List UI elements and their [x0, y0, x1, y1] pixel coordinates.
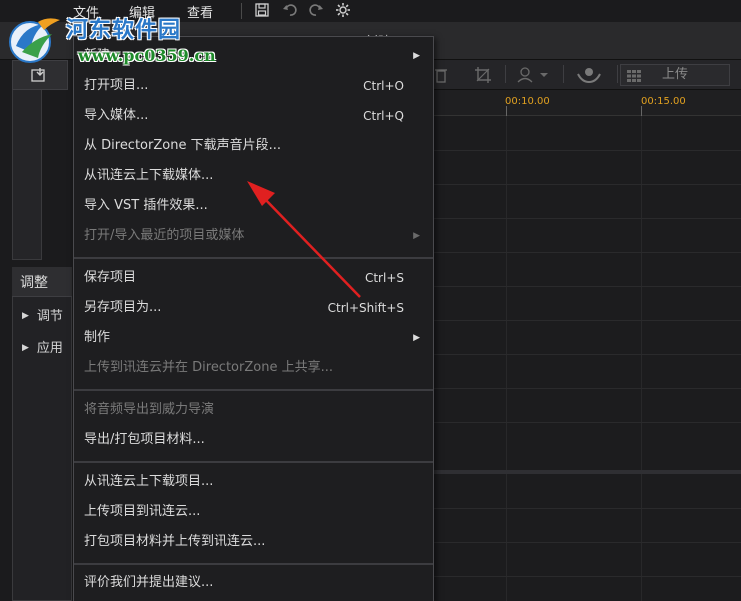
crop-icon[interactable]: [473, 65, 493, 85]
grid-line: [641, 116, 642, 601]
grid-icon: [627, 69, 641, 89]
submenu-arrow-icon: ▶: [413, 51, 420, 61]
menu-item-pack-upload[interactable]: 打包项目材料并上传到讯连云...: [84, 531, 424, 553]
timeline-area[interactable]: [433, 116, 741, 601]
menu-item-label: 从 DirectorZone 下载声音片段...: [84, 138, 281, 153]
expand-triangle-icon: ▶: [22, 343, 29, 353]
submenu-arrow-icon: ▶: [413, 231, 420, 241]
menu-item-produce[interactable]: 制作 ▶: [84, 327, 424, 349]
menu-item-label: 保存项目: [84, 270, 137, 285]
watermark-url: www.pc0359.cn: [78, 46, 216, 65]
watermark-title: 河东软件园: [66, 17, 182, 43]
menubar-divider: [241, 3, 242, 19]
left-panel-library: [12, 60, 42, 260]
redo-icon[interactable]: [307, 1, 325, 19]
upload-button[interactable]: 上传: [620, 64, 730, 86]
save-icon[interactable]: [253, 1, 271, 19]
menu-item-shortcut: Ctrl+Shift+S: [327, 301, 404, 315]
grid-line: [433, 542, 741, 543]
adjust-item-label: 应用: [36, 341, 63, 356]
adjust-item-tune[interactable]: ▶ 调节: [22, 305, 63, 324]
toolbar-divider: [617, 65, 618, 83]
menu-item-label: 打开项目...: [84, 78, 149, 93]
timeline-ruler[interactable]: [433, 90, 741, 116]
adjust-item-label: 调节: [36, 309, 63, 324]
grid-line: [433, 184, 741, 185]
menu-item-label: 制作: [84, 330, 111, 345]
delete-icon[interactable]: [433, 65, 449, 85]
menu-item-open-project[interactable]: 打开项目... Ctrl+O: [84, 75, 424, 97]
menu-item-label: 上传到讯连云并在 DirectorZone 上共享...: [84, 360, 333, 375]
menu-item-download-cloud-project[interactable]: 从讯连云上下载项目...: [84, 471, 424, 493]
menu-item-save-project[interactable]: 保存项目 Ctrl+S: [84, 267, 424, 289]
cloud-user-icon[interactable]: [575, 65, 603, 85]
grid-line: [433, 508, 741, 509]
menu-item-label: 将音频导出到威力导演: [84, 402, 215, 417]
menu-separator: [74, 389, 433, 391]
menu-item-recent[interactable]: 打开/导入最近的项目或媒体 ▶: [84, 225, 424, 247]
menu-item-export-pack[interactable]: 导出/打包项目材料...: [84, 429, 424, 451]
settings-icon[interactable]: [334, 1, 352, 19]
menu-item-label: 上传项目到讯连云...: [84, 504, 201, 519]
upload-label: 上传: [661, 67, 688, 82]
ruler-tick: [506, 106, 507, 116]
grid-line: [433, 422, 741, 423]
grid-line: [433, 218, 741, 219]
menu-item-download-sound-clips[interactable]: 从 DirectorZone 下载声音片段...: [84, 135, 424, 157]
menu-item-upload-share[interactable]: 上传到讯连云并在 DirectorZone 上共享...: [84, 357, 424, 379]
expand-triangle-icon: ▶: [22, 311, 29, 321]
menu-item-label: 导出/打包项目材料...: [84, 432, 205, 447]
menu-item-label: 导入 VST 插件效果...: [84, 198, 208, 213]
adjust-item-apply[interactable]: ▶ 应用: [22, 337, 63, 356]
menu-separator: [74, 257, 433, 259]
menu-item-label: 导入媒体...: [84, 108, 149, 123]
menu-item-label: 评价我们并提出建议...: [84, 575, 214, 590]
grid-line: [433, 320, 741, 321]
menu-item-upload-cloud-project[interactable]: 上传项目到讯连云...: [84, 501, 424, 523]
import-icon: [31, 67, 49, 87]
timeline-splitter[interactable]: [433, 470, 741, 474]
toolbar-divider: [563, 65, 564, 83]
grid-line: [506, 116, 507, 601]
undo-icon[interactable]: [281, 1, 299, 19]
grid-line: [433, 252, 741, 253]
menu-item-shortcut: Ctrl+S: [364, 271, 404, 285]
menu-item-label: 从讯连云上下载项目...: [84, 474, 214, 489]
menu-view[interactable]: 查看: [187, 2, 213, 21]
menu-item-export-audio[interactable]: 将音频导出到威力导演: [84, 399, 424, 421]
menu-item-download-cloud-media[interactable]: 从讯连云上下载媒体...: [84, 165, 424, 187]
menu-item-label: 从讯连云上下载媒体...: [84, 168, 214, 183]
file-menu-dropdown: 新建 ▶ 打开项目... Ctrl+O 导入媒体... Ctrl+Q 从 Dir…: [73, 36, 434, 601]
menu-item-import-media[interactable]: 导入媒体... Ctrl+Q: [84, 105, 424, 127]
menu-item-feedback[interactable]: 评价我们并提出建议...: [84, 572, 424, 594]
grid-line: [433, 286, 741, 287]
ruler-label: 00:15.00: [641, 96, 686, 107]
grid-line: [433, 150, 741, 151]
grid-line: [433, 576, 741, 577]
watermark-logo-icon: [4, 12, 66, 66]
menu-item-label: 打包项目材料并上传到讯连云...: [84, 534, 266, 549]
grid-line: [433, 354, 741, 355]
menu-separator: [74, 563, 433, 565]
adjust-panel-title: 调整: [12, 267, 72, 297]
menu-item-label: 打开/导入最近的项目或媒体: [84, 228, 245, 243]
toolbar-divider: [505, 65, 506, 83]
menu-item-label: 另存项目为...: [84, 300, 162, 315]
menu-item-shortcut: Ctrl+Q: [363, 109, 404, 123]
grid-line: [433, 388, 741, 389]
menu-item-save-as[interactable]: 另存项目为... Ctrl+Shift+S: [84, 297, 424, 319]
ruler-label: 00:10.00: [505, 96, 550, 107]
menu-separator: [74, 461, 433, 463]
submenu-arrow-icon: ▶: [413, 333, 420, 343]
ruler-tick: [641, 106, 642, 116]
record-voice-icon[interactable]: [515, 65, 551, 85]
menu-item-import-vst[interactable]: 导入 VST 插件效果...: [84, 195, 424, 217]
menu-item-shortcut: Ctrl+O: [363, 79, 404, 93]
